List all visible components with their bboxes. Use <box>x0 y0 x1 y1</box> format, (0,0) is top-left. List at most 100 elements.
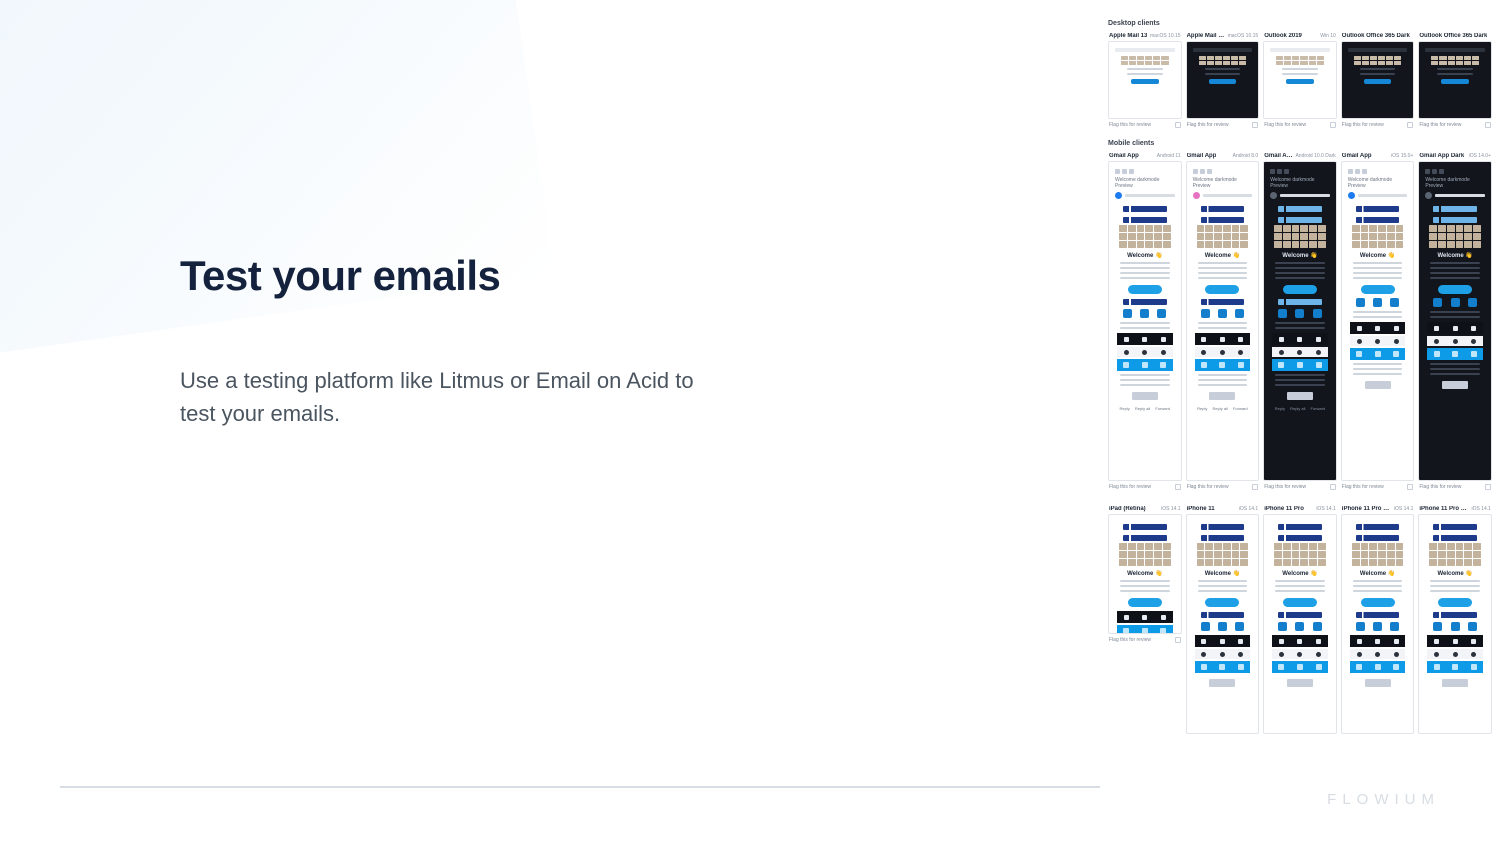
flag-icon[interactable] <box>1252 122 1258 128</box>
preview-thumb[interactable]: Welcome 👋 <box>1263 514 1337 734</box>
preview-thumb[interactable]: Welcome darkmode PreviewWelcome 👋ReplyRe… <box>1263 161 1337 481</box>
client-meta: iOS 14.1 <box>1239 506 1258 512</box>
welcome-heading: Welcome 👋 <box>1113 570 1177 577</box>
preview-thumb[interactable] <box>1341 41 1415 119</box>
preview-thumb[interactable]: Welcome darkmode Preview Welcome 👋 <box>1418 161 1492 481</box>
client-meta: macOS 10.15 <box>1150 33 1181 39</box>
flag-icon[interactable] <box>1175 484 1181 490</box>
desktop-card[interactable]: Apple Mail 13macOS 10.15 Flag this for re… <box>1108 31 1182 134</box>
preview-thumb[interactable]: Welcome 👋 <box>1341 514 1415 734</box>
preview-thumb[interactable]: Welcome 👋 <box>1418 514 1492 734</box>
preview-thumb[interactable]: Welcome darkmode PreviewWelcome 👋ReplyRe… <box>1108 161 1182 481</box>
flag-icon[interactable] <box>1407 122 1413 128</box>
ios-card[interactable]: iPad (Retina) iOS 14.1 Welcome 👋 Flag this … <box>1108 504 1182 734</box>
subject-line: Welcome darkmode Preview <box>1113 176 1177 190</box>
page-description: Use a testing platform like Litmus or Em… <box>180 364 700 430</box>
client-name: iPhone 11 Pro <box>1264 506 1304 512</box>
client-name: Apple Mail 13 Dark <box>1187 33 1226 39</box>
client-name: Apple Mail 13 <box>1109 33 1147 39</box>
subject-line: Welcome darkmode Preview <box>1268 176 1332 190</box>
welcome-heading: Welcome 👋 <box>1268 252 1332 259</box>
flag-icon[interactable] <box>1330 484 1336 490</box>
welcome-heading: Welcome 👋 <box>1423 570 1487 577</box>
client-meta: Win 10 <box>1320 33 1336 39</box>
flag-icon[interactable] <box>1330 122 1336 128</box>
flag-icon[interactable] <box>1175 637 1181 643</box>
client-name: Gmail App <box>1264 153 1293 159</box>
subject-line: Welcome darkmode Preview <box>1423 176 1487 190</box>
client-meta: iOS 15.0+ <box>1391 153 1413 159</box>
preview-thumb[interactable] <box>1186 41 1260 119</box>
page-title: Test your emails <box>180 252 700 300</box>
flag-label: Flag this for review <box>1109 637 1151 643</box>
preview-thumb[interactable]: Welcome 👋 <box>1186 514 1260 734</box>
client-meta: Android 8.0 <box>1233 153 1259 159</box>
client-name: iPad (Retina) <box>1109 506 1146 512</box>
client-name: Gmail App <box>1342 153 1372 159</box>
welcome-heading: Welcome 👋 <box>1423 252 1487 259</box>
desktop-row: Apple Mail 13macOS 10.15 Flag this for re… <box>1108 31 1492 134</box>
preview-thumb[interactable]: Welcome darkmode Preview Welcome 👋 <box>1341 161 1415 481</box>
flag-label: Flag this for review <box>1419 484 1461 490</box>
flag-icon[interactable] <box>1485 484 1491 490</box>
preview-thumb[interactable]: Welcome darkmode PreviewWelcome 👋ReplyRe… <box>1186 161 1260 481</box>
flag-label: Flag this for review <box>1187 122 1229 128</box>
flag-icon[interactable] <box>1407 484 1413 490</box>
preview-thumb[interactable] <box>1108 41 1182 119</box>
ios-card[interactable]: iPhone 11 Pro iOS 14.1 Welcome 👋 <box>1263 504 1337 734</box>
ios-card[interactable]: iPhone 11iOS 14.1Welcome 👋 <box>1186 504 1260 734</box>
ios-row: iPad (Retina) iOS 14.1 Welcome 👋 Flag this … <box>1108 504 1492 734</box>
welcome-heading: Welcome 👋 <box>1346 252 1410 259</box>
preview-thumb[interactable]: Welcome 👋 <box>1108 514 1182 634</box>
flag-icon[interactable] <box>1175 122 1181 128</box>
client-meta: Android 11 <box>1157 153 1181 159</box>
subject-line: Welcome darkmode Preview <box>1191 176 1255 190</box>
client-meta: iOS 14.1 <box>1161 506 1180 512</box>
client-name: Outlook Office 365 Dark <box>1419 33 1487 39</box>
client-meta: iOS 14.1 <box>1472 506 1491 512</box>
client-name: Gmail App <box>1109 153 1139 159</box>
flag-label: Flag this for review <box>1419 122 1461 128</box>
preview-thumb[interactable] <box>1418 41 1492 119</box>
mobile-card[interactable]: Gmail App Android 11 Welcome darkmode Prev… <box>1108 151 1182 496</box>
client-meta: iOS 14.1 <box>1394 506 1413 512</box>
mobile-card[interactable]: Gmail AppAndroid 10.0 DarkWelcome darkmo… <box>1263 151 1337 496</box>
flag-label: Flag this for review <box>1109 484 1151 490</box>
ios-card[interactable]: iPhone 11 Pro DarkiOS 14.1 Welcome 👋 <box>1341 504 1415 734</box>
flag-label: Flag this for review <box>1264 122 1306 128</box>
flag-label: Flag this for review <box>1187 484 1229 490</box>
email-previews-panel: Desktop clients Apple Mail 13macOS 10.15… <box>1100 14 1500 794</box>
ios-card[interactable]: iPhone 11 Pro MaxiOS 14.1 Welcome 👋 <box>1418 504 1492 734</box>
client-name: Outlook 2019 <box>1264 33 1302 39</box>
flag-icon[interactable] <box>1485 122 1491 128</box>
section-title-mobile: Mobile clients <box>1108 140 1492 147</box>
desktop-card[interactable]: Outlook 2019 Win 10 Flag this for review <box>1263 31 1337 134</box>
desktop-card[interactable]: Apple Mail 13 DarkmacOS 10.15Flag this f… <box>1186 31 1260 134</box>
client-meta: iOS 14.0+ <box>1469 153 1491 159</box>
mobile-row: Gmail App Android 11 Welcome darkmode Prev… <box>1108 151 1492 496</box>
welcome-heading: Welcome 👋 <box>1113 252 1177 259</box>
welcome-heading: Welcome 👋 <box>1268 570 1332 577</box>
mobile-card[interactable]: Gmail App Android 8.0 Welcome darkmode Pre… <box>1186 151 1260 496</box>
headline-block: Test your emails Use a testing platform … <box>180 252 700 430</box>
desktop-card[interactable]: Outlook Office 365 Dark Flag this for rev… <box>1418 31 1492 134</box>
subject-line: Welcome darkmode Preview <box>1346 176 1410 190</box>
flag-label: Flag this for review <box>1342 122 1384 128</box>
welcome-heading: Welcome 👋 <box>1191 252 1255 259</box>
preview-thumb[interactable] <box>1263 41 1337 119</box>
client-name: Outlook Office 365 Dark <box>1342 33 1410 39</box>
welcome-heading: Welcome 👋 <box>1191 570 1255 577</box>
welcome-heading: Welcome 👋 <box>1346 570 1410 577</box>
client-name: Gmail App <box>1187 153 1217 159</box>
client-name: Gmail App Dark <box>1419 153 1464 159</box>
client-meta: iOS 14.1 <box>1316 506 1335 512</box>
mobile-card[interactable]: Gmail App iOS 15.0+ Welcome darkmode Previ… <box>1341 151 1415 496</box>
client-name: iPhone 11 Pro Dark <box>1342 506 1392 512</box>
desktop-card[interactable]: Outlook Office 365 Dark Flag this for rev… <box>1341 31 1415 134</box>
section-title-desktop: Desktop clients <box>1108 20 1492 27</box>
client-name: iPhone 11 Pro Max <box>1419 506 1469 512</box>
flag-icon[interactable] <box>1252 484 1258 490</box>
flag-label: Flag this for review <box>1264 484 1306 490</box>
mobile-card[interactable]: Gmail App Dark iOS 14.0+ Welcome darkmode … <box>1418 151 1492 496</box>
flag-label: Flag this for review <box>1109 122 1151 128</box>
